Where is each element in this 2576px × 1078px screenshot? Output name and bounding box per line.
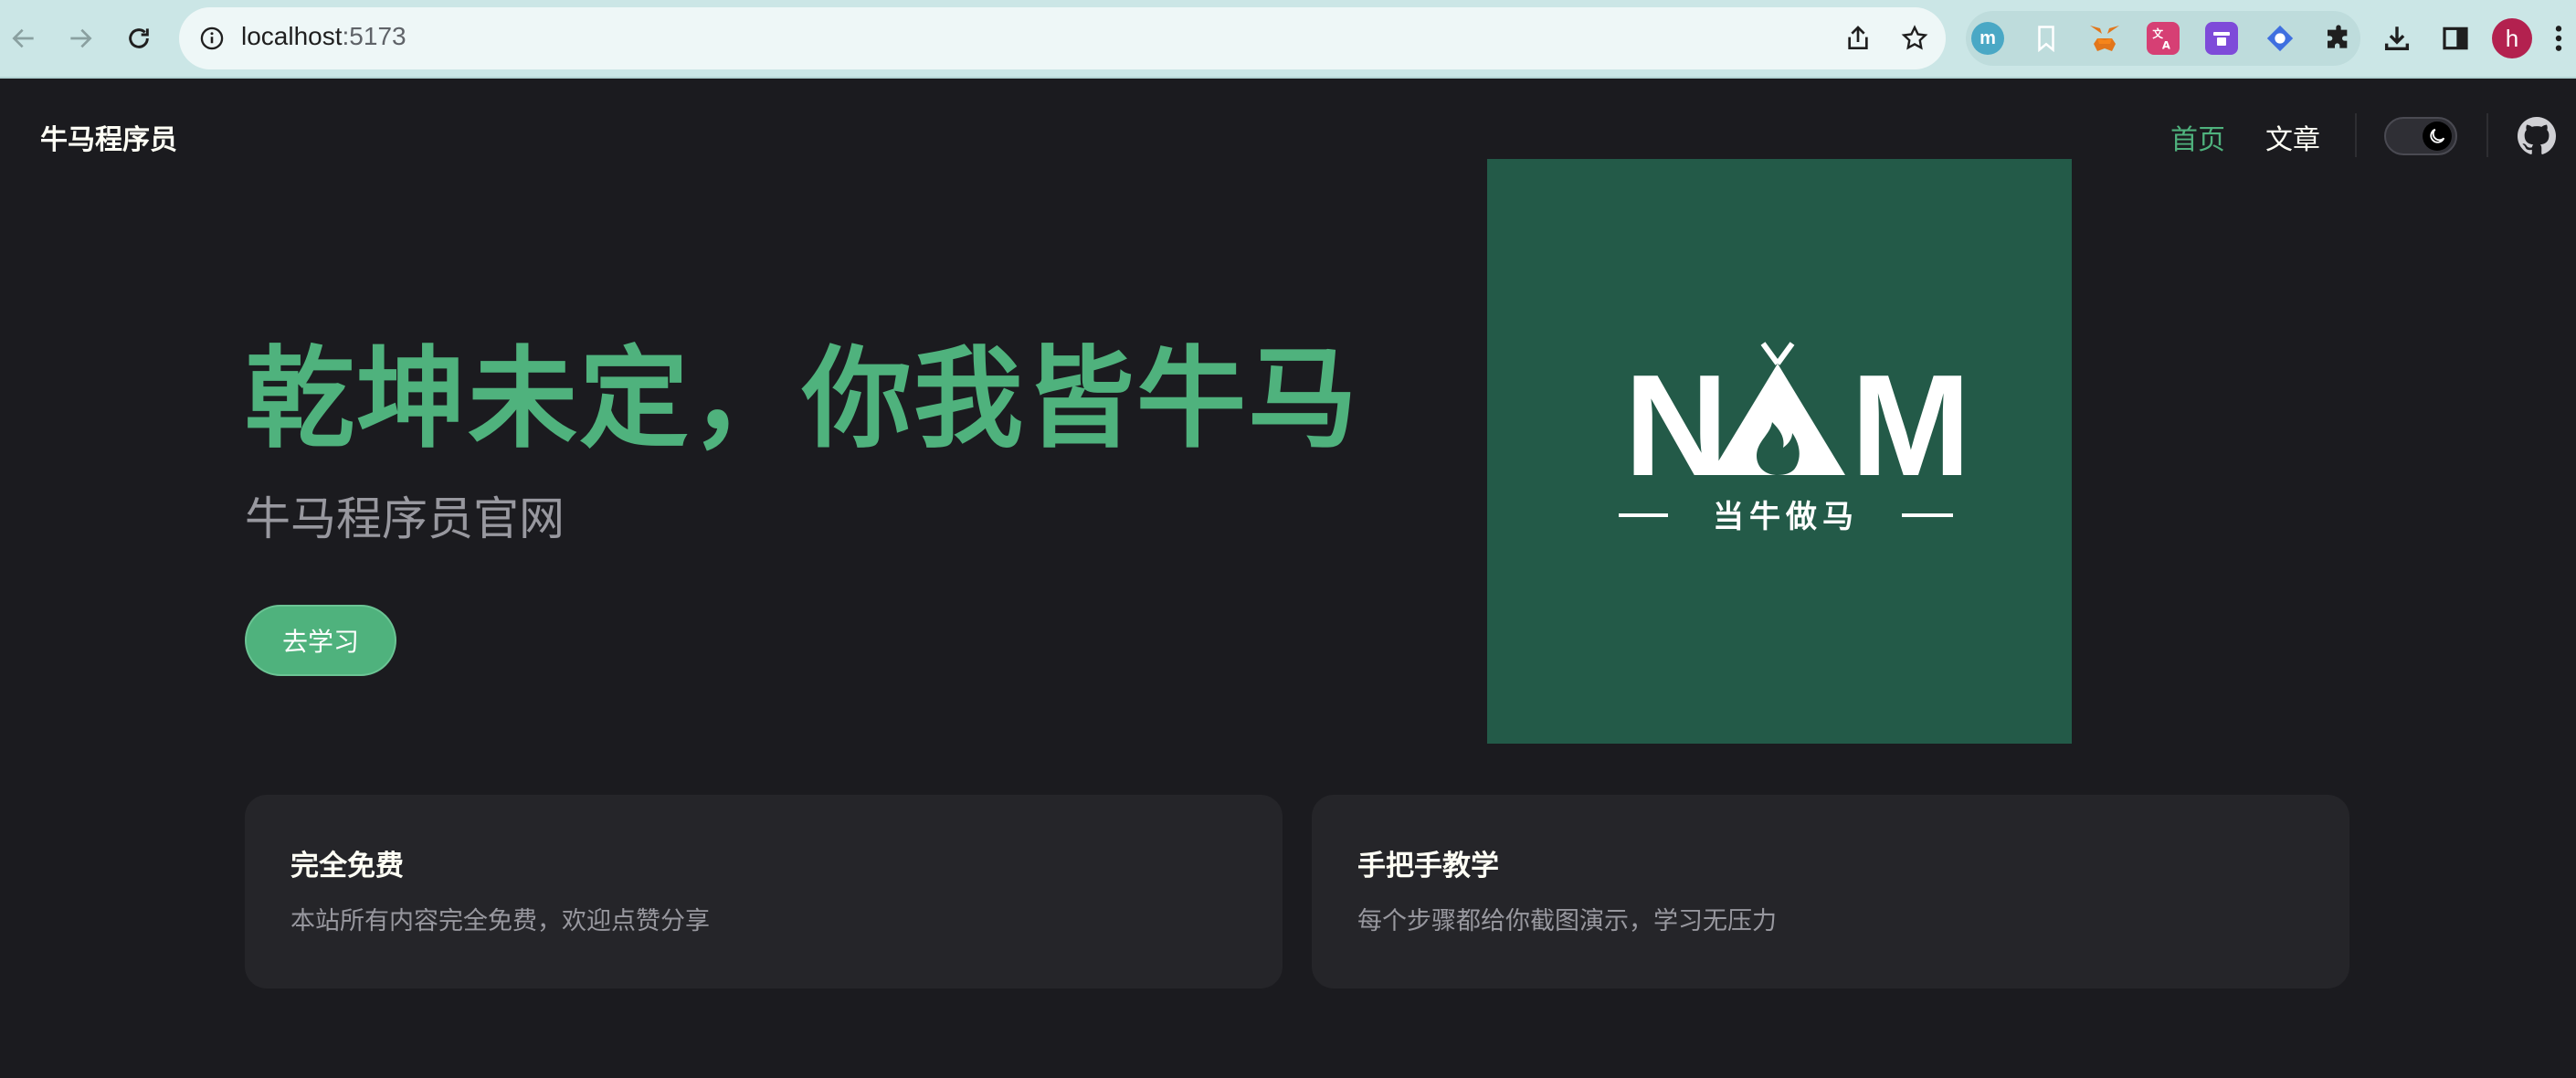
feature-card: 完全免费 本站所有内容完全免费，欢迎点赞分享 bbox=[245, 795, 1283, 988]
nav-link-home[interactable]: 首页 bbox=[2170, 117, 2225, 157]
toggle-knob bbox=[2423, 122, 2452, 151]
svg-text:A: A bbox=[2162, 39, 2170, 51]
bookmark-star-icon[interactable] bbox=[1900, 24, 1929, 53]
browser-toolbar: localhost:5173 m 文A h bbox=[0, 0, 2576, 79]
back-button[interactable] bbox=[2, 16, 46, 60]
url-port: :5173 bbox=[342, 22, 406, 50]
url-text[interactable]: localhost:5173 bbox=[241, 22, 406, 51]
moon-icon bbox=[2430, 128, 2445, 143]
arrow-left-icon bbox=[12, 28, 34, 48]
share-icon[interactable] bbox=[1843, 24, 1873, 53]
forward-button[interactable] bbox=[58, 16, 102, 60]
reload-button[interactable] bbox=[117, 16, 161, 60]
side-panel-icon[interactable] bbox=[2437, 20, 2474, 57]
hero-title: 乾坤未定，你我皆牛马 bbox=[245, 336, 1359, 463]
reload-icon bbox=[129, 28, 149, 48]
extensions-puzzle-icon[interactable] bbox=[2320, 20, 2357, 57]
m-circle-extension-icon[interactable]: m bbox=[1971, 22, 2004, 55]
feature-title: 手把手教学 bbox=[1357, 850, 1499, 882]
download-icon[interactable] bbox=[2379, 20, 2415, 57]
hero-logo: N M 当牛做马 bbox=[1487, 159, 2072, 744]
site-info-icon[interactable] bbox=[199, 26, 225, 51]
metamask-fox-icon[interactable] bbox=[2088, 22, 2121, 55]
profile-avatar[interactable]: h bbox=[2492, 18, 2532, 58]
logo-tagline: 当牛做马 bbox=[1713, 499, 1859, 535]
nav-divider-2 bbox=[2486, 113, 2488, 157]
site-title[interactable]: 牛马程序员 bbox=[40, 117, 177, 157]
blue-diamond-extension-icon[interactable] bbox=[2264, 22, 2296, 55]
feature-title: 完全免费 bbox=[290, 850, 404, 882]
hero-subtitle: 牛马程序员官网 bbox=[245, 492, 565, 545]
purple-extension-icon[interactable] bbox=[2205, 22, 2238, 55]
github-icon[interactable] bbox=[2518, 117, 2556, 155]
feature-desc: 本站所有内容完全免费，欢迎点赞分享 bbox=[290, 907, 710, 935]
browser-menu-icon[interactable] bbox=[2545, 20, 2572, 57]
arrow-right-icon bbox=[70, 28, 92, 48]
logo-letter-n: N bbox=[1624, 345, 1728, 506]
start-learning-button[interactable]: 去学习 bbox=[245, 605, 396, 676]
nav-link-articles[interactable]: 文章 bbox=[2265, 117, 2320, 157]
feature-desc: 每个步骤都给你截图演示，学习无压力 bbox=[1357, 907, 1777, 935]
nam-logo-graphic: N M 当牛做马 bbox=[1619, 342, 1971, 535]
nav-divider bbox=[2355, 113, 2357, 157]
address-bar[interactable]: localhost:5173 bbox=[179, 7, 1946, 69]
url-host: localhost bbox=[241, 22, 343, 50]
feature-card: 手把手教学 每个步骤都给你截图演示，学习无压力 bbox=[1312, 795, 2349, 988]
translate-extension-icon[interactable]: 文A bbox=[2147, 22, 2180, 55]
theme-toggle[interactable] bbox=[2384, 117, 2457, 155]
logo-letter-m: M bbox=[1851, 345, 1971, 506]
bookmark-extension-icon[interactable] bbox=[2030, 22, 2063, 55]
